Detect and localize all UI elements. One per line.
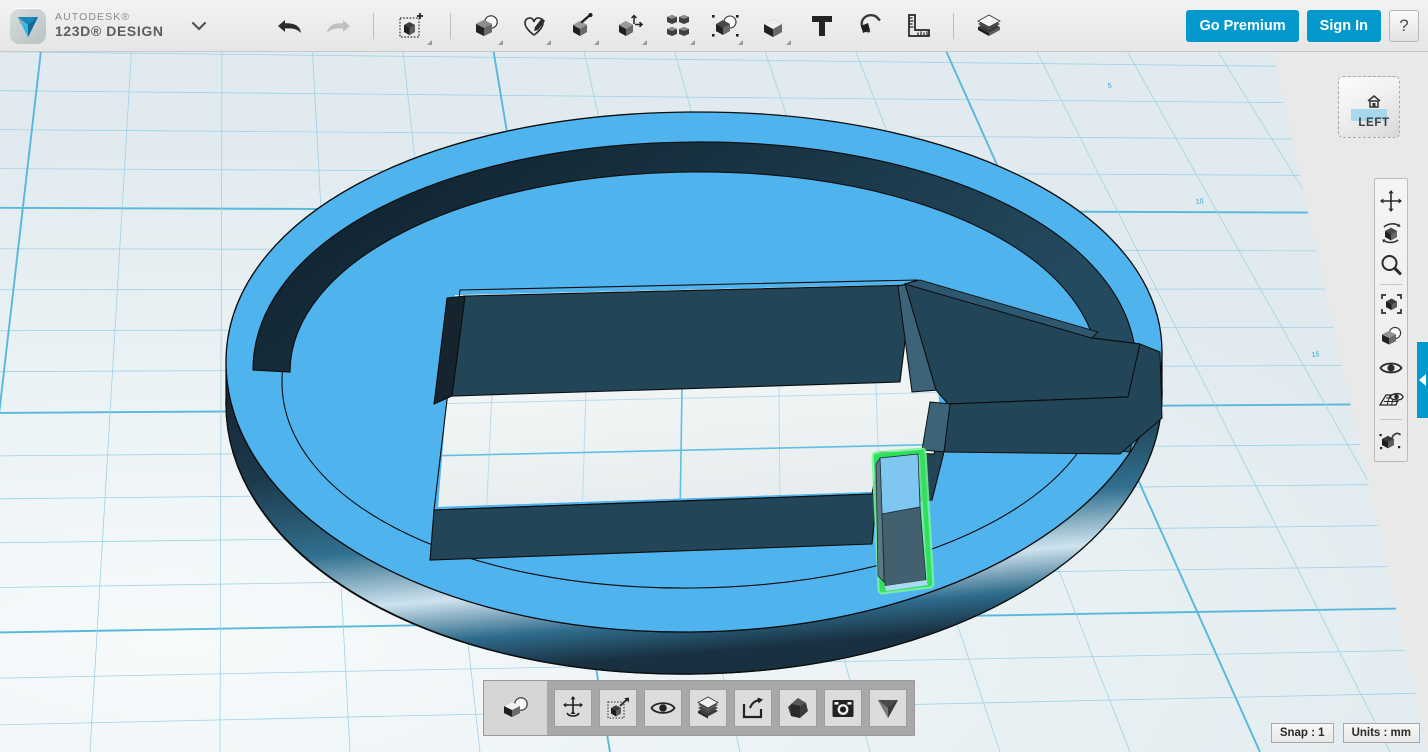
toolbar-separator bbox=[372, 12, 374, 39]
channel-back-wall bbox=[451, 284, 913, 397]
toolbar-separator bbox=[952, 12, 954, 39]
snap-status[interactable]: Snap : 1 bbox=[1270, 723, 1334, 743]
bottom-logo-button[interactable] bbox=[869, 689, 907, 727]
sketch-button[interactable] bbox=[514, 6, 554, 46]
dropdown-caret-icon bbox=[737, 39, 743, 45]
view-cube[interactable]: LEFT bbox=[1334, 68, 1406, 146]
units-status[interactable]: Units : mm bbox=[1342, 723, 1420, 743]
eye-visibility-icon[interactable] bbox=[1376, 352, 1406, 384]
autodesk-123d-logo-icon bbox=[10, 7, 46, 44]
fit-to-window-cube-icon[interactable] bbox=[1376, 288, 1406, 320]
measure-button[interactable] bbox=[898, 6, 938, 46]
main-header: AUTODESK® 123D® DESIGN Go Premium Sign I… bbox=[0, 0, 1428, 52]
toolbar bbox=[266, 0, 1013, 52]
dropdown-caret-icon bbox=[545, 39, 551, 45]
snap-button[interactable] bbox=[850, 6, 890, 46]
dropdown-caret-icon bbox=[426, 39, 432, 45]
header-right-actions: Go Premium Sign In ? bbox=[1186, 9, 1428, 42]
right-panel-tab[interactable] bbox=[1417, 342, 1428, 418]
snap-cube-magnet-icon[interactable] bbox=[1376, 423, 1406, 455]
brand-area[interactable]: AUTODESK® 123D® DESIGN bbox=[0, 7, 208, 44]
dropdown-caret-icon bbox=[689, 39, 695, 45]
shading-cube-sphere-icon[interactable] bbox=[1376, 320, 1406, 352]
text-button[interactable] bbox=[802, 6, 842, 46]
bottom-snapshot-button[interactable] bbox=[824, 689, 862, 727]
chevron-left-icon bbox=[1418, 374, 1426, 386]
pattern-button[interactable] bbox=[658, 6, 698, 46]
combine-button[interactable] bbox=[754, 6, 794, 46]
grouping-button[interactable] bbox=[706, 6, 746, 46]
viewport-3d[interactable]: 5 10 15 LEFT Snap: 1 Units: mm bbox=[0, 52, 1428, 752]
nav-separator bbox=[1380, 284, 1402, 285]
brand-bottom-label: 123D® DESIGN bbox=[55, 22, 164, 39]
bottom-material-button[interactable] bbox=[779, 689, 817, 727]
go-premium-button[interactable]: Go Premium bbox=[1186, 9, 1299, 42]
construct-button[interactable] bbox=[562, 6, 602, 46]
sign-in-button[interactable]: Sign In bbox=[1306, 9, 1381, 42]
dropdown-caret-icon bbox=[497, 39, 503, 45]
help-button[interactable]: ? bbox=[1389, 9, 1419, 42]
nav-separator bbox=[1380, 419, 1402, 420]
selected-box-solid[interactable] bbox=[871, 447, 935, 595]
brand-top-label: AUTODESK® bbox=[55, 10, 131, 23]
modify-button[interactable] bbox=[610, 6, 650, 46]
chevron-down-icon[interactable] bbox=[190, 17, 208, 35]
status-bar: Snap : 1 Units : mm bbox=[1270, 723, 1420, 743]
view-cube-face[interactable]: LEFT bbox=[1338, 76, 1400, 138]
view-cube-label: LEFT bbox=[1358, 117, 1390, 129]
navigation-bar bbox=[1374, 178, 1408, 462]
bottom-visibility-button[interactable] bbox=[644, 689, 682, 727]
bottom-combine-button[interactable] bbox=[484, 681, 547, 735]
bottom-export-button[interactable] bbox=[734, 689, 772, 727]
pan-four-arrows-icon[interactable] bbox=[1376, 185, 1406, 217]
grid-eye-icon[interactable] bbox=[1376, 384, 1406, 416]
bottom-transform-button[interactable] bbox=[554, 689, 592, 727]
zoom-magnifier-icon[interactable] bbox=[1376, 249, 1406, 281]
undo-button[interactable] bbox=[270, 6, 310, 46]
toolbar-separator bbox=[449, 12, 451, 39]
transform-button[interactable] bbox=[389, 6, 435, 46]
orbit-cube-rotate-icon[interactable] bbox=[1376, 217, 1406, 249]
app-root: AUTODESK® 123D® DESIGN Go Premium Sign I… bbox=[0, 0, 1428, 752]
materials-button[interactable] bbox=[969, 6, 1009, 46]
primitives-button[interactable] bbox=[466, 6, 506, 46]
bottom-toolbar-buttons bbox=[547, 681, 914, 735]
extruded-c-shape-disc[interactable] bbox=[0, 52, 1428, 752]
bottom-layers-button[interactable] bbox=[689, 689, 727, 727]
dropdown-caret-icon bbox=[641, 39, 647, 45]
bottom-toolbar bbox=[483, 680, 915, 736]
dropdown-caret-icon bbox=[785, 39, 791, 45]
dropdown-caret-icon bbox=[593, 39, 599, 45]
bottom-move-button[interactable] bbox=[599, 689, 637, 727]
redo-button[interactable] bbox=[318, 6, 358, 46]
